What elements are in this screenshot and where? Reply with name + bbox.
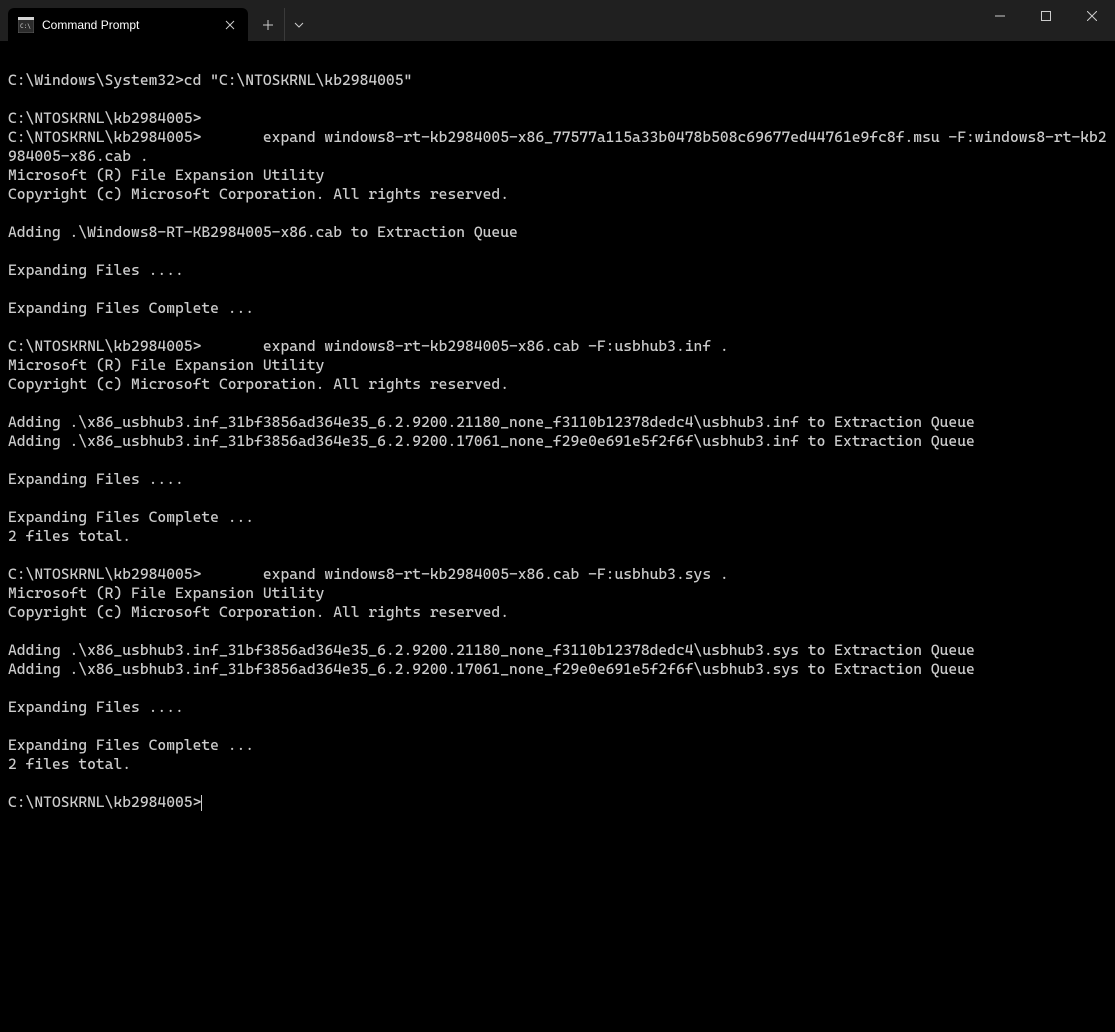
terminal-line: Expanding Files .... — [8, 698, 1107, 717]
terminal-output[interactable]: C:\Windows\System32>cd "C:\NTOSKRNL\kb29… — [0, 41, 1115, 1032]
terminal-line: Copyright (c) Microsoft Corporation. All… — [8, 185, 1107, 204]
terminal-line: C:\Windows\System32>cd "C:\NTOSKRNL\kb29… — [8, 71, 1107, 90]
terminal-line: Adding .\x86_usbhub3.inf_31bf3856ad364e3… — [8, 432, 1107, 451]
terminal-line: C:\NTOSKRNL\kb2984005> expand windows8-r… — [8, 565, 1107, 584]
terminal-line — [8, 489, 1107, 508]
titlebar: C:\ Command Prompt — [0, 0, 1115, 41]
terminal-line: Microsoft (R) File Expansion Utility — [8, 356, 1107, 375]
terminal-line — [8, 622, 1107, 641]
terminal-line: Expanding Files .... — [8, 470, 1107, 489]
terminal-line: 2 files total. — [8, 527, 1107, 546]
terminal-line: Expanding Files Complete ... — [8, 736, 1107, 755]
cursor — [201, 795, 202, 811]
tab-active[interactable]: C:\ Command Prompt — [8, 8, 248, 41]
tab-title: Command Prompt — [42, 18, 214, 32]
terminal-line: Expanding Files .... — [8, 261, 1107, 280]
terminal-line — [8, 717, 1107, 736]
terminal-line: 2 files total. — [8, 755, 1107, 774]
terminal-line: Expanding Files Complete ... — [8, 299, 1107, 318]
maximize-button[interactable] — [1023, 0, 1069, 32]
tab-close-button[interactable] — [222, 17, 238, 33]
window-controls — [977, 0, 1115, 32]
terminal-line — [8, 451, 1107, 470]
terminal-line: Microsoft (R) File Expansion Utility — [8, 584, 1107, 603]
terminal-line: Adding .\Windows8-RT-KB2984005-x86.cab t… — [8, 223, 1107, 242]
cmd-icon: C:\ — [18, 17, 34, 33]
terminal-line: C:\NTOSKRNL\kb2984005> expand windows8-r… — [8, 128, 1107, 166]
terminal-line — [8, 280, 1107, 299]
terminal-line — [8, 394, 1107, 413]
terminal-line: Adding .\x86_usbhub3.inf_31bf3856ad364e3… — [8, 660, 1107, 679]
minimize-button[interactable] — [977, 0, 1023, 32]
terminal-line: Adding .\x86_usbhub3.inf_31bf3856ad364e3… — [8, 641, 1107, 660]
terminal-line: Adding .\x86_usbhub3.inf_31bf3856ad364e3… — [8, 413, 1107, 432]
terminal-line — [8, 774, 1107, 793]
tab-dropdown-button[interactable] — [284, 8, 312, 41]
terminal-line — [8, 546, 1107, 565]
terminal-line: Expanding Files Complete ... — [8, 508, 1107, 527]
terminal-line: C:\NTOSKRNL\kb2984005> expand windows8-r… — [8, 337, 1107, 356]
terminal-line: C:\NTOSKRNL\kb2984005> — [8, 109, 1107, 128]
terminal-line: Copyright (c) Microsoft Corporation. All… — [8, 603, 1107, 622]
terminal-line — [8, 242, 1107, 261]
terminal-line: Copyright (c) Microsoft Corporation. All… — [8, 375, 1107, 394]
terminal-line — [8, 204, 1107, 223]
terminal-line — [8, 90, 1107, 109]
terminal-line — [8, 679, 1107, 698]
terminal-line — [8, 318, 1107, 337]
terminal-line: Microsoft (R) File Expansion Utility — [8, 166, 1107, 185]
new-tab-button[interactable] — [252, 8, 284, 41]
svg-text:C:\: C:\ — [20, 23, 31, 30]
close-button[interactable] — [1069, 0, 1115, 32]
terminal-line: C:\NTOSKRNL\kb2984005> — [8, 793, 1107, 812]
